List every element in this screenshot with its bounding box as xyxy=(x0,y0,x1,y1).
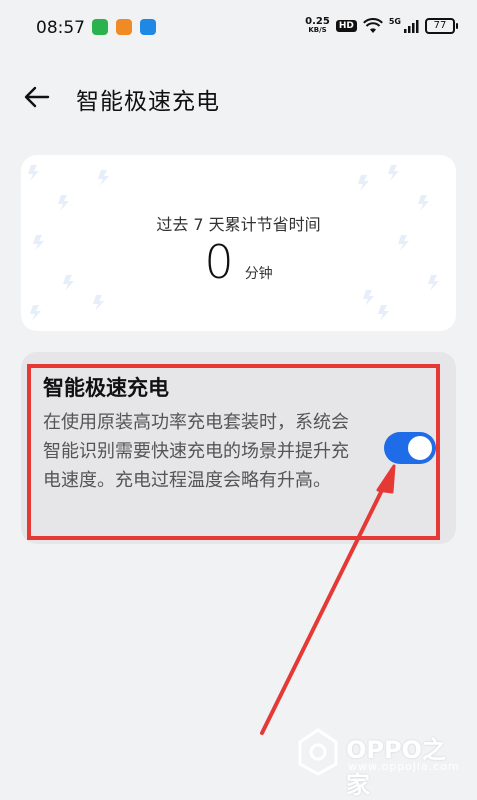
wifi-icon xyxy=(362,18,383,33)
toggle-knob xyxy=(408,436,432,460)
status-indicators: 0.25 KB/S HD 5G 77 xyxy=(305,17,458,35)
saved-time-value: 0 xyxy=(204,235,234,289)
watermark: OPPO之家 www.oppojia.com xyxy=(296,726,466,799)
network-speed-value: 0.25 xyxy=(305,16,330,27)
saved-time-label: 过去 7 天累计节省时间 xyxy=(156,215,321,234)
page-title: 智能极速充电 xyxy=(76,89,220,115)
grid-app-icon xyxy=(92,19,108,35)
smart-fast-charge-toggle[interactable] xyxy=(384,432,436,464)
network-type-label: 5G xyxy=(388,17,401,26)
signal-icon xyxy=(404,20,419,33)
network-speed-unit: KB/S xyxy=(308,26,327,34)
battery-icon: 77 xyxy=(425,18,458,34)
page-header: 智能极速充电 xyxy=(0,76,477,116)
saved-time-value-row: 0 分钟 xyxy=(21,235,456,289)
watermark-url: www.oppojia.com xyxy=(348,760,460,773)
chat-app-icon xyxy=(140,19,156,35)
status-bar: 08:57 0.25 KB/S HD 5G 77 xyxy=(0,0,477,56)
saved-time-card: 过去 7 天累计节省时间 0 分钟 xyxy=(21,155,456,331)
back-arrow-icon[interactable] xyxy=(22,82,52,112)
feature-description: 在使用原装高功率充电套装时，系统会智能识别需要快速充电的场景并提升充电速度。充电… xyxy=(43,412,349,491)
feature-title: 智能极速充电 xyxy=(43,376,169,400)
network-speed: 0.25 KB/S xyxy=(305,17,330,35)
watermark-logo-icon xyxy=(298,728,338,776)
status-time: 08:57 xyxy=(36,18,85,38)
game-app-icon xyxy=(116,19,132,35)
saved-time-unit: 分钟 xyxy=(244,266,273,282)
hd-badge: HD xyxy=(335,20,357,32)
